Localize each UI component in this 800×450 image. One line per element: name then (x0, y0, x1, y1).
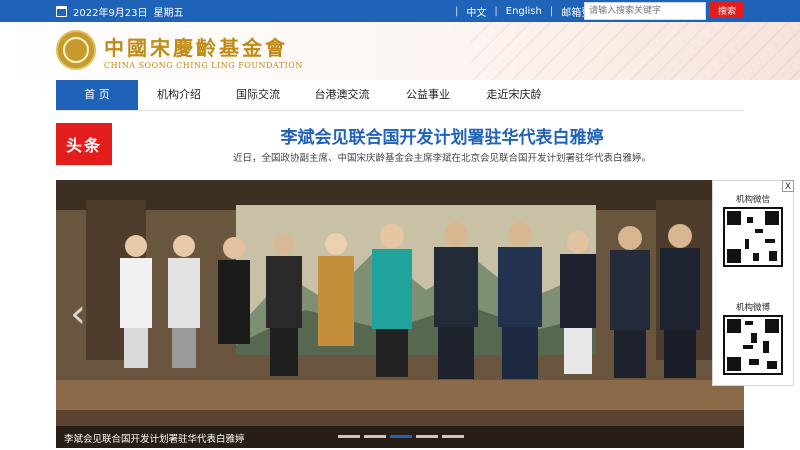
nav-about[interactable]: 机构介绍 (138, 80, 220, 110)
logo-chinese-name[interactable]: 中國宋慶齡基金會 (104, 32, 288, 61)
slider-caption-bar: 李斌会见联合国开发计划署驻华代表白雅婷 (56, 426, 744, 448)
link-chinese[interactable]: 中文 (466, 4, 486, 19)
weibo-qr-code (723, 315, 783, 375)
headline-badge: 头条 (56, 123, 112, 165)
separator: | (549, 6, 554, 17)
slider-dots (338, 435, 464, 438)
nav-cross-strait[interactable]: 台港澳交流 (296, 80, 388, 110)
slider-prev-arrow[interactable]: ‹ (66, 290, 90, 338)
weekday-text: 星期五 (153, 8, 184, 19)
nav-divider (56, 110, 744, 111)
nav-soong-ching-ling[interactable]: 走近宋庆龄 (468, 80, 560, 110)
search-input[interactable] (584, 2, 706, 20)
wechat-label: 机构微信 (735, 195, 770, 205)
slider-dot[interactable] (416, 435, 438, 438)
photo-slider[interactable]: ‹ › 李斌会见联合国开发计划署驻华代表白雅婷 (56, 180, 744, 448)
slider-dot[interactable] (338, 435, 360, 438)
nav-international[interactable]: 国际交流 (220, 80, 296, 110)
separator: | (494, 6, 498, 17)
float-panel-close-button[interactable]: X (782, 180, 794, 192)
slider-dot[interactable] (364, 435, 386, 438)
foundation-emblem-icon[interactable] (56, 30, 96, 70)
social-float-panel: 机构微信 机构微博 (712, 180, 794, 386)
logo-english-name[interactable]: CHINA SOONG CHING LING FOUNDATION (104, 61, 303, 70)
nav-home[interactable]: 首 页 (56, 80, 138, 110)
search-button[interactable]: 搜索 (710, 2, 744, 18)
slide-photo (56, 180, 744, 448)
date-display: 2022年9月23日 星期五 (56, 4, 184, 19)
date-text: 2022年9月23日 (73, 8, 148, 19)
main-nav: 首 页 机构介绍 国际交流 台港澳交流 公益事业 走近宋庆龄 (56, 80, 744, 110)
slider-dot[interactable] (442, 435, 464, 438)
headline-summary[interactable]: 近日，全国政协副主席、中国宋庆龄基金会主席李斌在北京会见联合国开发计划署驻华代表… (112, 150, 772, 164)
slider-caption[interactable]: 李斌会见联合国开发计划署驻华代表白雅婷 (64, 431, 245, 445)
separator: | (455, 6, 459, 17)
weibo-label: 机构微博 (735, 303, 770, 313)
slider-dot-active[interactable] (390, 435, 412, 438)
nav-charity[interactable]: 公益事业 (388, 80, 468, 110)
headline-title[interactable]: 李斌会见联合国开发计划署驻华代表白雅婷 (112, 123, 772, 148)
wechat-qr-code (723, 207, 783, 267)
site-header: 中國宋慶齡基金會 CHINA SOONG CHING LING FOUNDATI… (0, 22, 800, 80)
language-links: | 中文 | English | 邮箱登录 (455, 4, 601, 19)
link-english[interactable]: English (506, 6, 542, 17)
header-decoration (470, 22, 800, 80)
calendar-icon (56, 6, 67, 17)
